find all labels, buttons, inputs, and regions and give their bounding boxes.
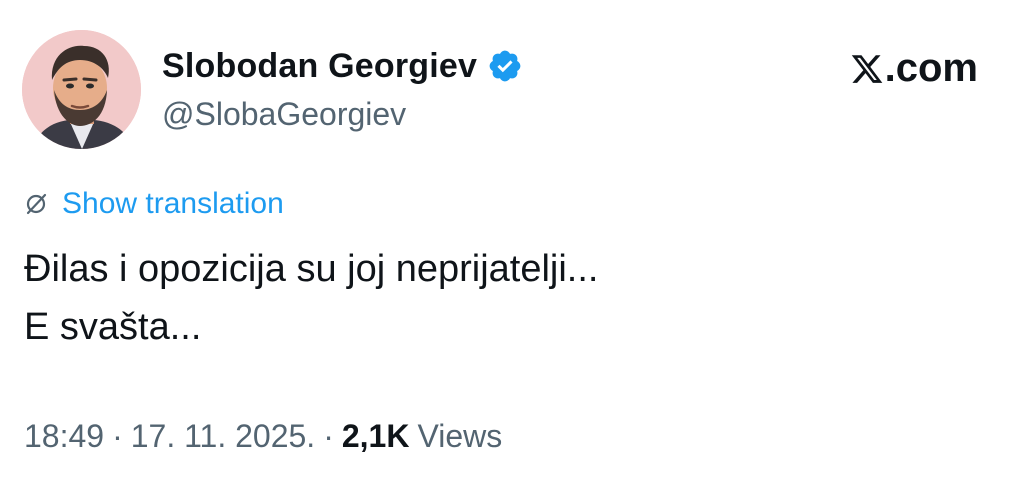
- author-handle[interactable]: @SlobaGeorgiev: [162, 96, 406, 133]
- tweet-time[interactable]: 18:49: [24, 418, 104, 455]
- tweet-text-line: E svašta...: [24, 306, 202, 348]
- author-name-row: Slobodan Georgiev: [162, 44, 523, 88]
- tweet-date[interactable]: 17. 11. 2025.: [131, 418, 315, 455]
- site-domain-label: .com: [884, 46, 978, 90]
- tweet-meta: 18:49 · 17. 11. 2025. · 2,1K Views: [24, 418, 502, 455]
- tweet-body: Đilas i opozicija su joj neprijatelji...…: [24, 240, 598, 356]
- meta-separator: ·: [112, 418, 123, 454]
- views-label: Views: [417, 418, 503, 454]
- show-translation-link[interactable]: Show translation: [62, 187, 284, 221]
- views-count[interactable]: 2,1K: [342, 418, 410, 455]
- author-avatar[interactable]: [22, 30, 141, 149]
- site-brand: .com: [850, 46, 978, 91]
- avatar-illustration: [22, 30, 141, 149]
- meta-separator: ·: [323, 418, 334, 454]
- x-logo-icon: [851, 54, 882, 83]
- translation-row: Show translation: [24, 184, 284, 224]
- author-display-name[interactable]: Slobodan Georgiev: [162, 47, 477, 86]
- tweet-text-line: Đilas i opozicija su joj neprijatelji...: [24, 248, 599, 290]
- globe-slash-icon: [26, 193, 47, 215]
- verified-badge-icon: [487, 48, 523, 84]
